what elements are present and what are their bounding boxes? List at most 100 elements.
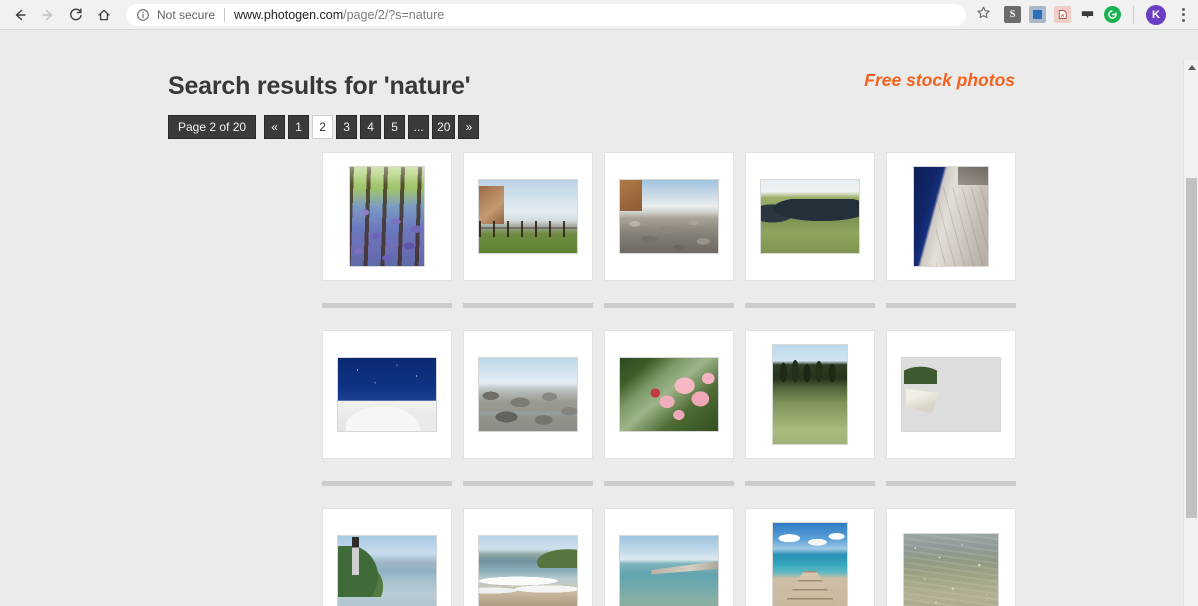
url-path: /page/2/?s=nature bbox=[343, 7, 445, 22]
url-text: www.photogen.com/page/2/?s=nature bbox=[234, 8, 444, 22]
forward-arrow-icon bbox=[40, 7, 56, 23]
extension-dark-icon[interactable] bbox=[1079, 6, 1096, 23]
address-bar[interactable]: Not secure www.photogen.com/page/2/?s=na… bbox=[126, 3, 966, 26]
pagination-prev[interactable]: « bbox=[264, 115, 286, 139]
photo-chalk-mound-blue-sky[interactable] bbox=[322, 330, 452, 459]
reload-button[interactable] bbox=[62, 1, 90, 29]
forward-button[interactable] bbox=[34, 1, 62, 29]
bookmark-button[interactable] bbox=[970, 2, 996, 28]
reload-icon bbox=[68, 7, 84, 23]
extension-s-icon[interactable]: S bbox=[1004, 6, 1021, 23]
extension-icons: S A K bbox=[998, 4, 1192, 26]
thumbnail bbox=[478, 535, 578, 606]
caption-placeholder-cell bbox=[463, 459, 593, 486]
pagination-page-2[interactable]: 2 bbox=[312, 115, 334, 139]
url-host: www.photogen.com bbox=[234, 7, 344, 22]
extension-green-icon[interactable] bbox=[1104, 6, 1121, 23]
result-cell bbox=[604, 152, 734, 281]
toolbar-divider bbox=[1133, 5, 1134, 24]
thumbnail bbox=[901, 357, 1001, 432]
thumbnail bbox=[772, 522, 848, 606]
pagination-ellipsis[interactable]: ... bbox=[408, 115, 430, 139]
security-status-label: Not secure bbox=[157, 7, 216, 22]
photo-coastal-post[interactable] bbox=[322, 508, 452, 606]
thumbnail bbox=[349, 166, 425, 267]
photo-cliffs-fence-meadow[interactable] bbox=[463, 152, 593, 281]
photo-cypress-grove[interactable] bbox=[745, 330, 875, 459]
caption-placeholder-bar bbox=[886, 481, 1016, 486]
photo-pink-roses[interactable] bbox=[604, 330, 734, 459]
profile-avatar[interactable]: K bbox=[1146, 4, 1166, 25]
results-grid bbox=[322, 152, 1018, 606]
extension-blue-icon[interactable] bbox=[1029, 6, 1046, 23]
kebab-menu-icon[interactable] bbox=[1174, 4, 1192, 26]
omnibox-divider bbox=[224, 7, 226, 22]
result-cell bbox=[463, 508, 593, 606]
pagination-page-20[interactable]: 20 bbox=[432, 115, 456, 139]
caption-placeholder-bar bbox=[604, 303, 734, 308]
result-cell bbox=[463, 330, 593, 459]
scroll-up-arrow-icon[interactable] bbox=[1184, 60, 1198, 75]
pagination-page-3[interactable]: 3 bbox=[336, 115, 358, 139]
caption-placeholder-cell bbox=[604, 459, 734, 486]
photo-rocky-tidal-pools[interactable] bbox=[463, 330, 593, 459]
photo-rolling-downs[interactable] bbox=[745, 152, 875, 281]
photo-bluebell-woodland[interactable] bbox=[322, 152, 452, 281]
result-cell bbox=[886, 330, 1016, 459]
extension-pdf-icon[interactable]: A bbox=[1054, 6, 1071, 23]
result-cell bbox=[604, 330, 734, 459]
thumbnail bbox=[772, 344, 848, 445]
caption-placeholder-bar bbox=[886, 303, 1016, 308]
photo-white-chalk-cliff[interactable] bbox=[886, 152, 1016, 281]
photo-beach-waves[interactable] bbox=[463, 508, 593, 606]
row-spacer bbox=[322, 486, 1018, 508]
caption-placeholder-row bbox=[322, 281, 1018, 308]
result-cell bbox=[886, 152, 1016, 281]
caption-placeholder-bar bbox=[745, 481, 875, 486]
pagination-page-1[interactable]: 1 bbox=[288, 115, 310, 139]
photo-boat-pebble-beach[interactable] bbox=[886, 330, 1016, 459]
caption-placeholder-bar bbox=[604, 481, 734, 486]
page-scrollbar[interactable] bbox=[1183, 60, 1198, 606]
photo-shallow-water-pebbles[interactable] bbox=[886, 508, 1016, 606]
result-cell bbox=[745, 330, 875, 459]
info-circle-icon[interactable] bbox=[136, 8, 150, 22]
pagination-next[interactable]: » bbox=[458, 115, 480, 139]
result-cell bbox=[322, 330, 452, 459]
caption-placeholder-cell bbox=[745, 281, 875, 308]
caption-placeholder-cell bbox=[322, 459, 452, 486]
photo-wooden-jetty[interactable] bbox=[745, 508, 875, 606]
thumbnail bbox=[337, 535, 437, 606]
caption-placeholder-bar bbox=[463, 481, 593, 486]
caption-placeholder-bar bbox=[745, 303, 875, 308]
page-viewport: Search results for 'nature' Free stock p… bbox=[0, 30, 1198, 606]
caption-placeholder-cell bbox=[886, 459, 1016, 486]
photo-cliff-rocky-foreshore[interactable] bbox=[604, 152, 734, 281]
result-cell bbox=[745, 508, 875, 606]
caption-placeholder-row bbox=[322, 459, 1018, 486]
home-button[interactable] bbox=[90, 1, 118, 29]
result-cell bbox=[886, 508, 1016, 606]
pagination: Page 2 of 20 « 1 2 3 4 5 ... 20 » bbox=[168, 115, 480, 139]
scrollbar-thumb[interactable] bbox=[1186, 178, 1197, 518]
caption-placeholder-cell bbox=[886, 281, 1016, 308]
caption-placeholder-cell bbox=[745, 459, 875, 486]
browser-toolbar: Not secure www.photogen.com/page/2/?s=na… bbox=[0, 0, 1198, 30]
thumbnail bbox=[337, 357, 437, 432]
results-row bbox=[322, 508, 1018, 606]
thumbnail bbox=[478, 357, 578, 432]
result-cell bbox=[745, 152, 875, 281]
photo-pier-over-sea[interactable] bbox=[604, 508, 734, 606]
pagination-page-5[interactable]: 5 bbox=[384, 115, 406, 139]
result-cell bbox=[322, 152, 452, 281]
back-button[interactable] bbox=[6, 1, 34, 29]
thumbnail bbox=[760, 179, 860, 254]
thumbnail bbox=[478, 179, 578, 254]
caption-placeholder-cell bbox=[463, 281, 593, 308]
caption-placeholder-cell bbox=[604, 281, 734, 308]
row-spacer bbox=[322, 308, 1018, 330]
pagination-page-4[interactable]: 4 bbox=[360, 115, 382, 139]
results-row bbox=[322, 152, 1018, 281]
thumbnail bbox=[903, 532, 999, 606]
home-icon bbox=[96, 7, 112, 23]
